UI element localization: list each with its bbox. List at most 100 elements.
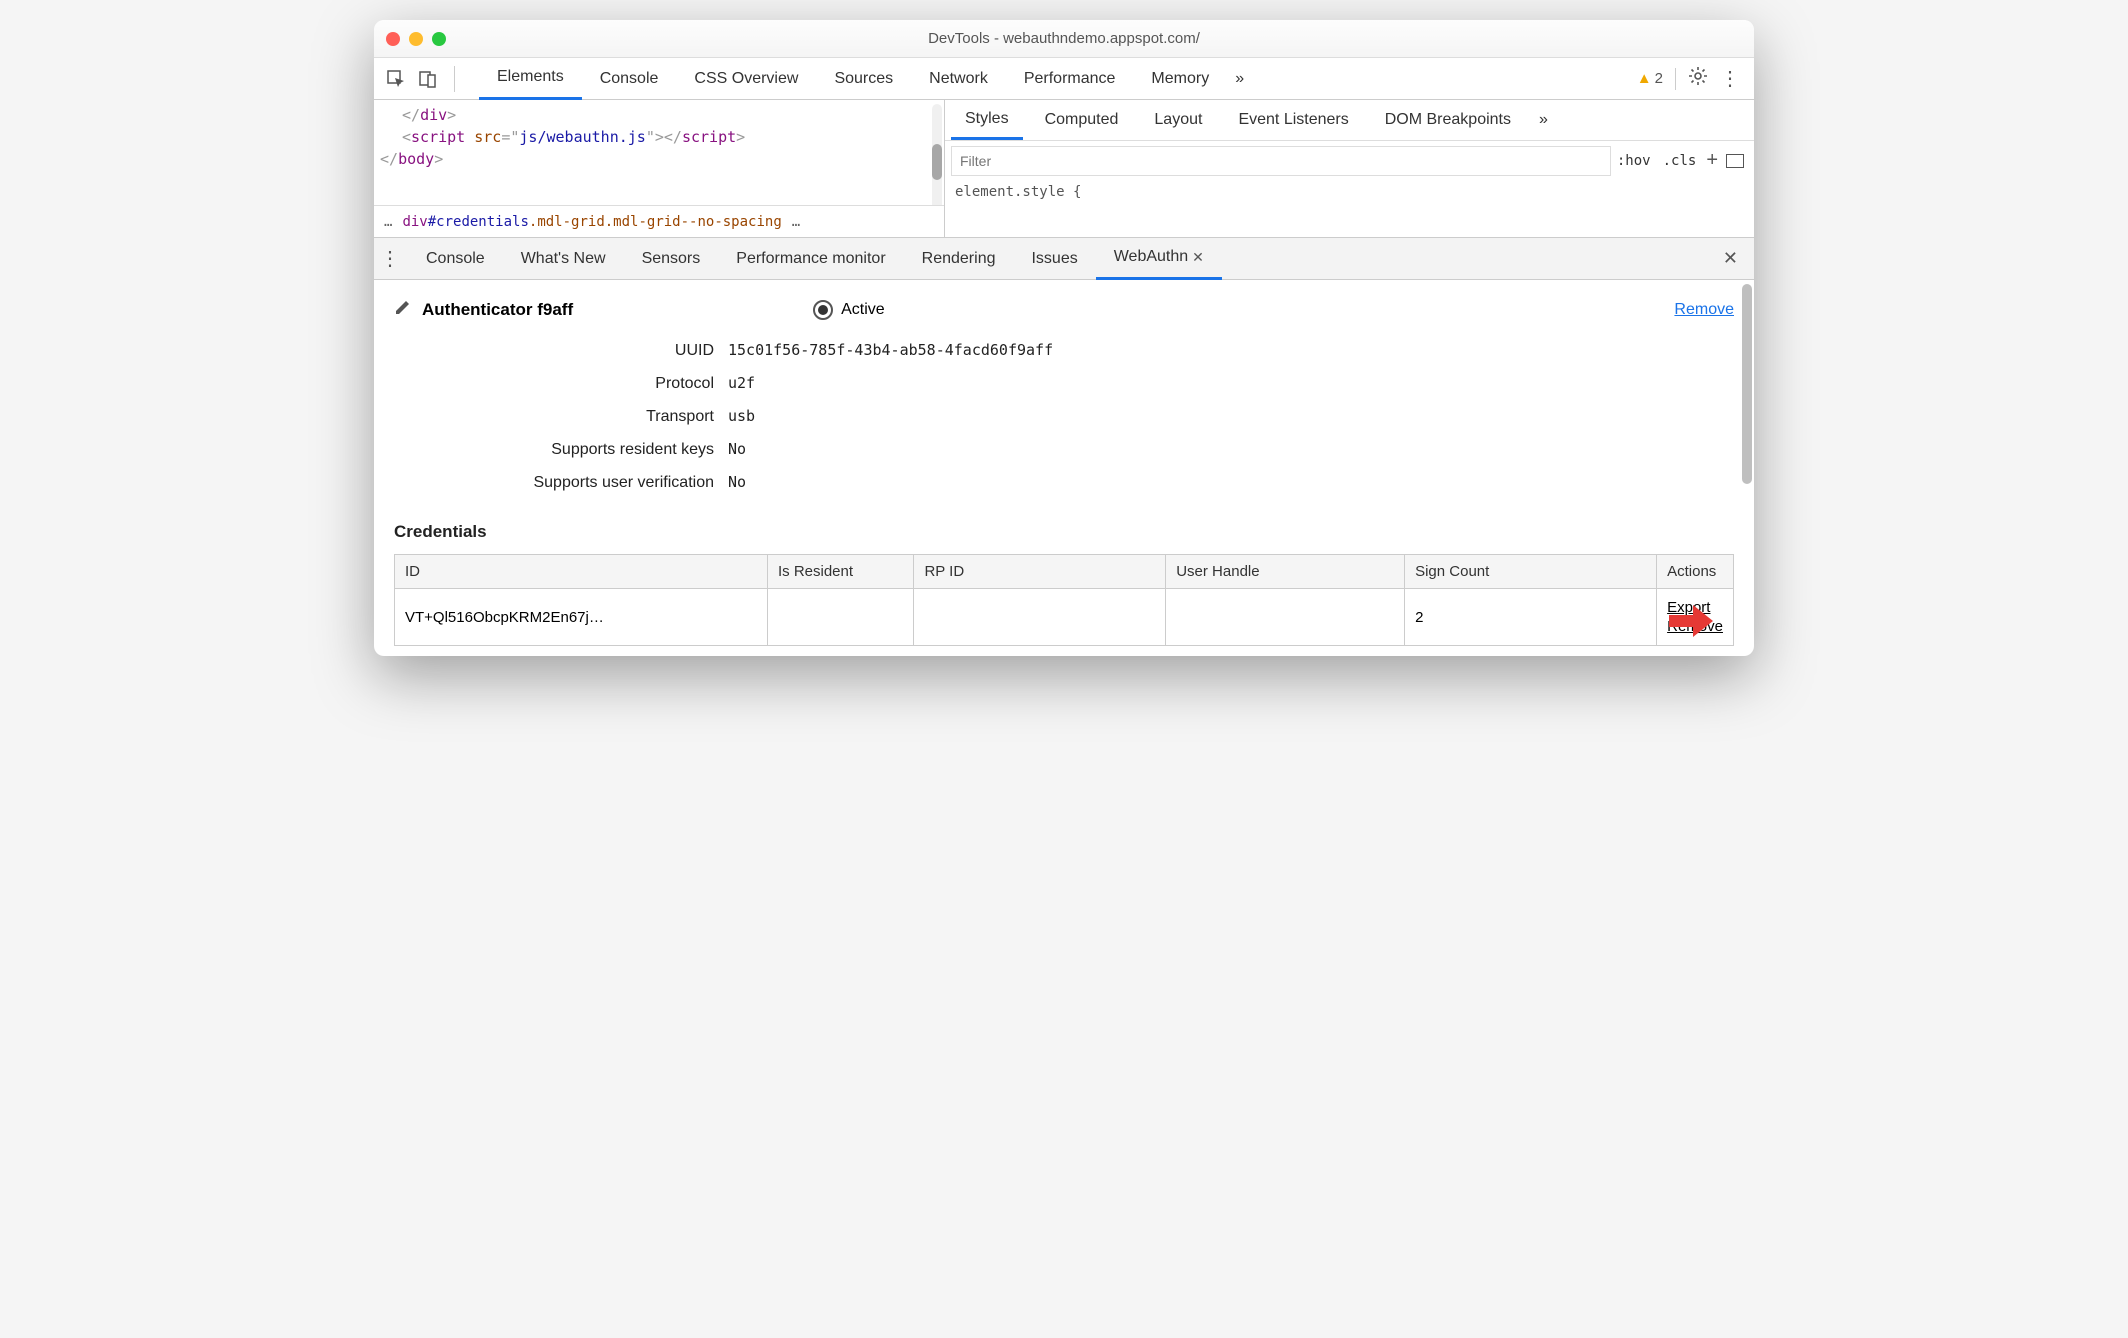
col-actions: Actions [1657,555,1734,589]
divider [454,66,455,92]
credentials-heading: Credentials [394,522,1734,542]
tab-memory[interactable]: Memory [1133,58,1227,100]
traffic-lights [386,32,446,46]
tab-performance[interactable]: Performance [1006,58,1134,100]
cls-toggle[interactable]: .cls [1663,153,1697,169]
breadcrumb[interactable]: … div#credentials.mdl-grid.mdl-grid--no-… [374,205,944,237]
code-tag: body [398,150,434,168]
prop-label: Supports user verification [414,474,714,492]
new-style-rule-plus-icon[interactable]: + [1706,149,1718,172]
prop-label: Transport [414,408,714,426]
remove-authenticator-link[interactable]: Remove [1674,301,1734,319]
scrollbar-vertical[interactable] [1742,284,1752,484]
active-radio[interactable]: Active [813,300,885,320]
authenticator-properties: UUID15c01f56-785f-43b4-ab58-4facd60f9aff… [414,341,1734,492]
main-menu-kebab-icon[interactable]: ⋮ [1720,66,1740,91]
minimize-window-button[interactable] [409,32,423,46]
window-title: DevTools - webauthndemo.appspot.com/ [374,30,1754,47]
breadcrumb-tag: div [402,211,427,233]
settings-gear-icon[interactable] [1688,66,1708,91]
drawer-tab-console[interactable]: Console [408,238,503,280]
code-str: js/webauthn.js [519,128,645,146]
prop-row: Supports user verification No [414,473,1734,492]
warning-badge[interactable]: ▲ 2 [1637,70,1663,87]
window-titlebar: DevTools - webauthndemo.appspot.com/ [374,20,1754,58]
drawer-tab-sensors[interactable]: Sensors [624,238,719,280]
tab-console[interactable]: Console [582,58,677,100]
col-rpid: RP ID [914,555,1166,589]
elements-dom-tree[interactable]: </div> <script src="js/webauthn.js"></sc… [374,100,944,237]
radio-icon [813,300,833,320]
main-toolbar: Elements Console CSS Overview Sources Ne… [374,58,1754,100]
fullscreen-window-button[interactable] [432,32,446,46]
credentials-table: ID Is Resident RP ID User Handle Sign Co… [394,554,1734,646]
styles-tab-dom-breakpoints[interactable]: DOM Breakpoints [1371,100,1525,140]
prop-row: Protocol u2f [414,374,1734,393]
styles-more-chevron-icon[interactable]: » [1533,100,1554,140]
styles-pane: Styles Computed Layout Event Listeners D… [944,100,1754,237]
drawer-tab-whatsnew[interactable]: What's New [503,238,624,280]
col-id: ID [395,555,768,589]
close-tab-icon[interactable]: ✕ [1192,249,1204,266]
prop-label: Protocol [414,375,714,393]
styles-tab-styles[interactable]: Styles [951,100,1023,140]
tab-network[interactable]: Network [911,58,1006,100]
elements-styles-split: </div> <script src="js/webauthn.js"></sc… [374,100,1754,238]
breadcrumb-more-right[interactable]: … [792,211,800,233]
warning-triangle-icon: ▲ [1637,70,1652,87]
element-style-rule[interactable]: element.style { [945,180,1754,204]
scrollbar-vertical[interactable] [932,104,942,217]
divider [1675,68,1676,90]
prop-label: UUID [414,342,714,360]
prop-row: Supports resident keysNo [414,440,1734,459]
warning-count: 2 [1655,70,1663,87]
table-row: VT+Ql516ObcpKRM2En67j… 2 Export Remove [395,589,1734,646]
annotation-arrow-icon [1667,601,1715,645]
tab-sources[interactable]: Sources [816,58,911,100]
drawer-tabs: ⋮ Console What's New Sensors Performance… [374,238,1754,280]
hov-toggle[interactable]: :hov [1617,153,1651,169]
tab-elements[interactable]: Elements [479,58,582,100]
code-tag: script [411,128,465,146]
toggle-computed-panel-icon[interactable] [1726,154,1744,168]
active-label: Active [841,301,885,319]
styles-tab-layout[interactable]: Layout [1140,100,1216,140]
breadcrumb-class: .mdl-grid.mdl-grid--no-spacing [529,211,782,233]
drawer-tab-webauthn[interactable]: WebAuthn ✕ [1096,238,1222,280]
breadcrumb-more-left[interactable]: … [384,211,392,233]
styles-tabs: Styles Computed Layout Event Listeners D… [945,100,1754,140]
authenticator-header: Authenticator f9aff Active Remove [394,298,1734,321]
drawer-menu-kebab-icon[interactable]: ⋮ [380,246,400,271]
prop-row: UUID15c01f56-785f-43b4-ab58-4facd60f9aff [414,341,1734,360]
drawer-tab-perfmon[interactable]: Performance monitor [718,238,903,280]
code-tag: div [420,106,447,124]
inspect-element-icon[interactable] [382,65,410,93]
close-drawer-icon[interactable]: ✕ [1723,248,1738,269]
styles-tab-computed[interactable]: Computed [1031,100,1133,140]
prop-row: Transport usb [414,407,1734,426]
drawer-tab-rendering[interactable]: Rendering [904,238,1014,280]
tab-css-overview[interactable]: CSS Overview [676,58,816,100]
prop-value: usb [728,407,755,425]
cell-signcount: 2 [1405,589,1657,646]
styles-filter-row: :hov .cls + [945,140,1754,180]
prop-value: No [728,473,746,491]
code-attr: src [474,128,501,146]
styles-filter-input[interactable] [951,146,1611,176]
styles-tab-event-listeners[interactable]: Event Listeners [1224,100,1362,140]
cell-userhandle [1166,589,1405,646]
devtools-window: DevTools - webauthndemo.appspot.com/ Ele… [374,20,1754,656]
col-isresident: Is Resident [767,555,913,589]
device-toolbar-icon[interactable] [414,65,442,93]
cell-id: VT+Ql516ObcpKRM2En67j… [395,589,768,646]
col-userhandle: User Handle [1166,555,1405,589]
cell-rpid [914,589,1166,646]
close-window-button[interactable] [386,32,400,46]
scrollbar-thumb[interactable] [932,144,942,180]
more-tabs-chevron-icon[interactable]: » [1227,58,1252,100]
prop-value: u2f [728,374,755,392]
drawer-tab-label: WebAuthn [1114,248,1188,266]
edit-pencil-icon[interactable] [394,298,412,321]
drawer-tab-issues[interactable]: Issues [1013,238,1095,280]
authenticator-title: Authenticator f9aff [422,300,573,320]
